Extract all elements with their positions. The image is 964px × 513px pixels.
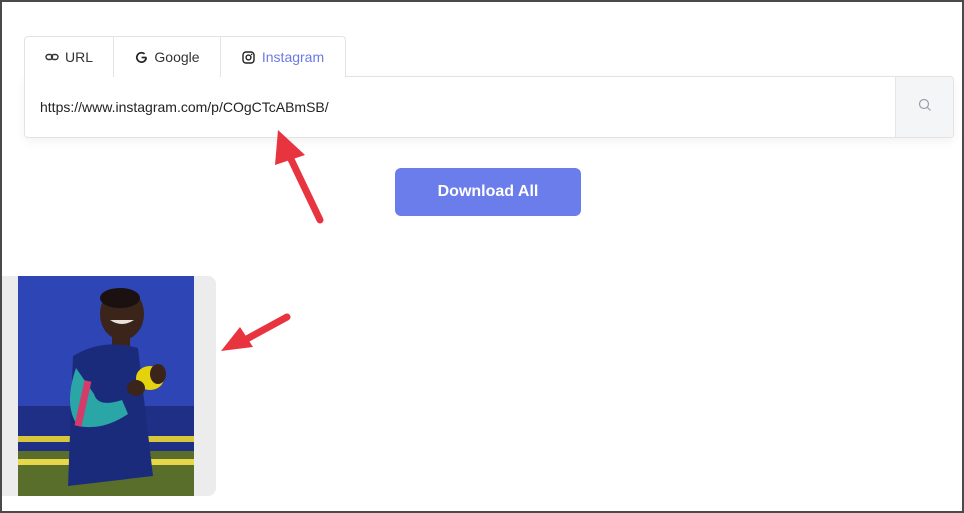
tab-instagram[interactable]: Instagram xyxy=(221,36,346,78)
url-input[interactable] xyxy=(25,77,895,137)
google-icon xyxy=(134,50,148,64)
download-all-button[interactable]: Download All xyxy=(395,168,581,216)
tab-url-label: URL xyxy=(64,49,93,65)
photo-thumbnail[interactable] xyxy=(18,276,194,496)
link-icon xyxy=(45,50,59,64)
search-button[interactable] xyxy=(895,77,953,137)
search-icon xyxy=(918,98,932,117)
result-card[interactable] xyxy=(2,276,216,496)
app-window: URL Google Instagram https://www.instagr… xyxy=(0,0,964,513)
tab-url[interactable]: URL xyxy=(24,36,114,77)
tab-instagram-label: Instagram xyxy=(261,49,325,65)
url-search-box xyxy=(24,76,954,138)
instagram-icon xyxy=(242,50,256,64)
tab-google-label: Google xyxy=(154,49,200,65)
tab-google[interactable]: Google xyxy=(114,36,221,77)
source-tabs: URL Google Instagram xyxy=(24,36,346,78)
